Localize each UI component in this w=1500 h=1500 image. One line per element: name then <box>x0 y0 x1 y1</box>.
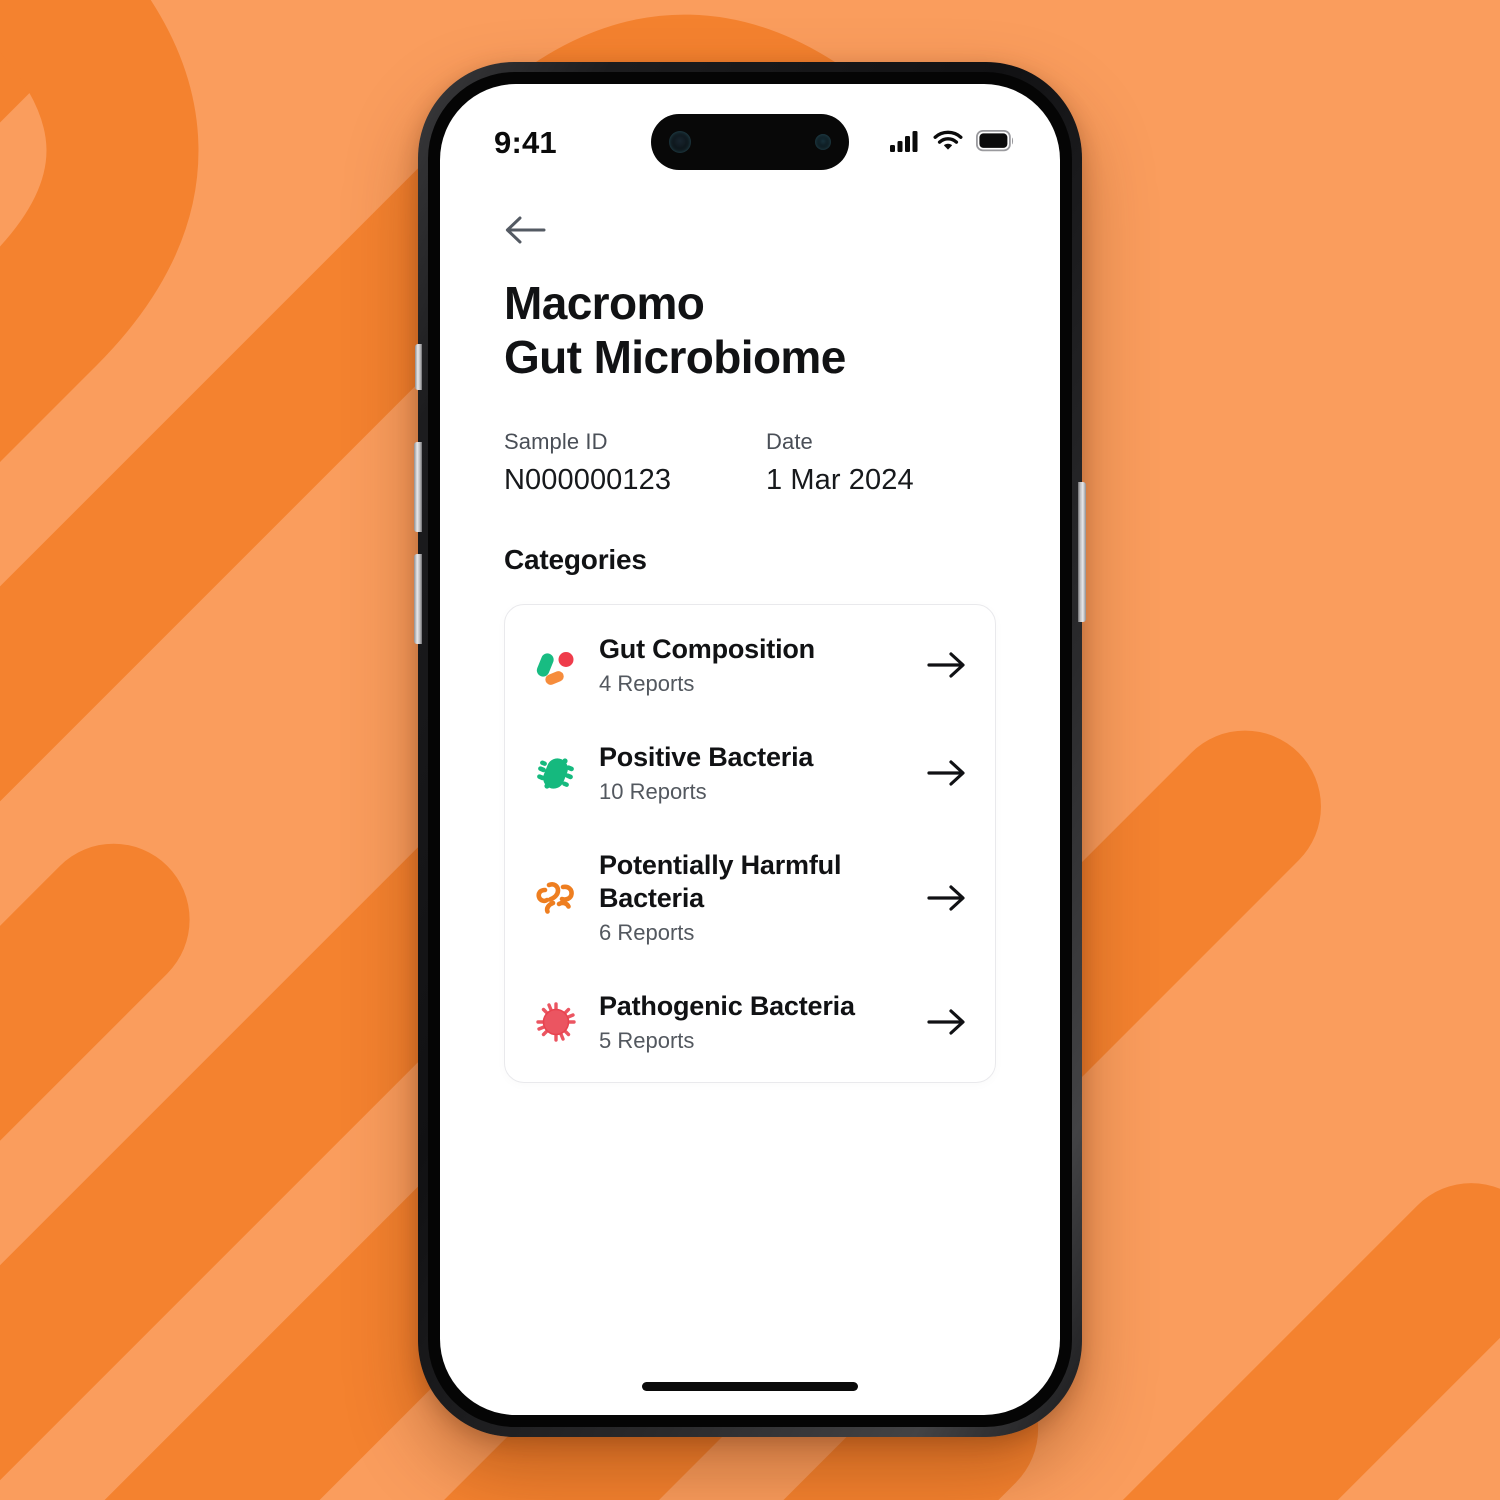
harmful-bacteria-spiral-icon <box>533 875 579 921</box>
silent-switch-button[interactable] <box>415 344 422 390</box>
phone-screen: 9:41 Macromo Gut Microbiome Sample ID N0… <box>440 84 1060 1415</box>
sample-id-value: N000000123 <box>504 463 672 496</box>
category-row-potentially-harmful-bacteria[interactable]: Potentially Harmful Bacteria 6 Reports <box>505 827 995 968</box>
categories-card: Gut Composition 4 Reports Positive Bacte… <box>504 603 996 1084</box>
category-text: Potentially Harmful Bacteria 6 Reports <box>599 849 905 946</box>
back-button[interactable] <box>504 212 552 252</box>
positive-bacteria-icon <box>533 750 579 796</box>
arrow-left-icon <box>504 215 546 250</box>
category-name: Positive Bacteria <box>599 741 814 772</box>
sample-id-field: Sample ID N000000123 <box>504 429 766 497</box>
pathogenic-virus-icon <box>533 999 579 1045</box>
category-name: Potentially Harmful Bacteria <box>599 850 842 913</box>
category-text: Positive Bacteria 10 Reports <box>599 741 905 805</box>
category-report-count: 5 Reports <box>599 1028 695 1054</box>
page-title-line-2: Gut Microbiome <box>504 331 846 384</box>
volume-up-button[interactable] <box>414 442 422 532</box>
sample-id-label: Sample ID <box>504 428 608 454</box>
face-id-sensor-icon <box>815 134 831 150</box>
categories-heading: Categories <box>504 543 647 575</box>
volume-down-button[interactable] <box>414 554 422 644</box>
category-row-gut-composition[interactable]: Gut Composition 4 Reports <box>505 611 995 719</box>
category-report-count: 4 Reports <box>599 670 695 696</box>
category-row-pathogenic-bacteria[interactable]: Pathogenic Bacteria 5 Reports <box>505 968 995 1076</box>
power-button[interactable] <box>1078 482 1086 622</box>
front-camera-icon <box>669 131 691 153</box>
category-text: Gut Composition 4 Reports <box>599 633 905 697</box>
sample-meta: Sample ID N000000123 Date 1 Mar 2024 <box>504 429 996 497</box>
home-indicator[interactable] <box>642 1382 858 1391</box>
arrow-right-icon[interactable] <box>925 651 969 679</box>
status-bar-clock: 9:41 <box>494 125 557 160</box>
category-text: Pathogenic Bacteria 5 Reports <box>599 990 905 1054</box>
date-label: Date <box>766 428 813 454</box>
status-bar-icons <box>890 129 1014 157</box>
gut-composition-icon <box>533 642 579 688</box>
category-report-count: 6 Reports <box>599 920 695 946</box>
category-report-count: 10 Reports <box>599 779 707 805</box>
screen-content: Macromo Gut Microbiome Sample ID N000000… <box>440 180 1060 1415</box>
dynamic-island <box>651 114 849 170</box>
date-value: 1 Mar 2024 <box>766 463 914 496</box>
arrow-right-icon[interactable] <box>925 1008 969 1036</box>
category-name: Pathogenic Bacteria <box>599 991 855 1022</box>
category-row-positive-bacteria[interactable]: Positive Bacteria 10 Reports <box>505 719 995 827</box>
wifi-icon <box>933 130 963 157</box>
arrow-right-icon[interactable] <box>925 759 969 787</box>
page-title: Macromo Gut Microbiome <box>504 276 996 385</box>
page-title-line-1: Macromo <box>504 277 705 329</box>
category-name: Gut Composition <box>599 633 815 664</box>
signal-bars-icon <box>890 130 920 157</box>
phone-mockup: 9:41 Macromo Gut Microbiome Sample ID N0… <box>414 62 1086 1437</box>
date-field: Date 1 Mar 2024 <box>766 429 914 497</box>
battery-full-icon <box>975 129 1014 157</box>
arrow-right-icon[interactable] <box>925 884 969 912</box>
